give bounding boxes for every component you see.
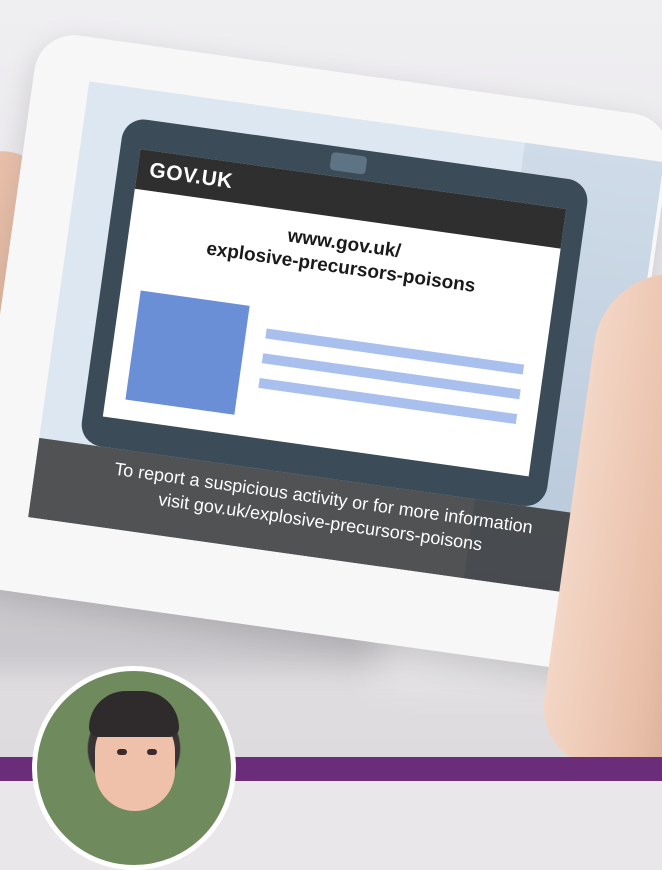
avatar-eye [147,749,157,755]
laptop-illustration: GOV.UK www.gov.uk/ explosive-precursors-… [78,116,591,509]
placeholder-image [125,290,250,415]
laptop-camera-icon [329,151,368,175]
gov-page: GOV.UK www.gov.uk/ explosive-precursors-… [102,149,567,477]
photo-scene: GOV.UK www.gov.uk/ explosive-precursors-… [0,0,662,781]
gov-logo: GOV.UK [147,158,235,194]
avatar [32,666,236,870]
avatar-hair [89,691,179,737]
tablet-screen: GOV.UK www.gov.uk/ explosive-precursors-… [28,81,662,598]
avatar-eye [117,749,127,755]
